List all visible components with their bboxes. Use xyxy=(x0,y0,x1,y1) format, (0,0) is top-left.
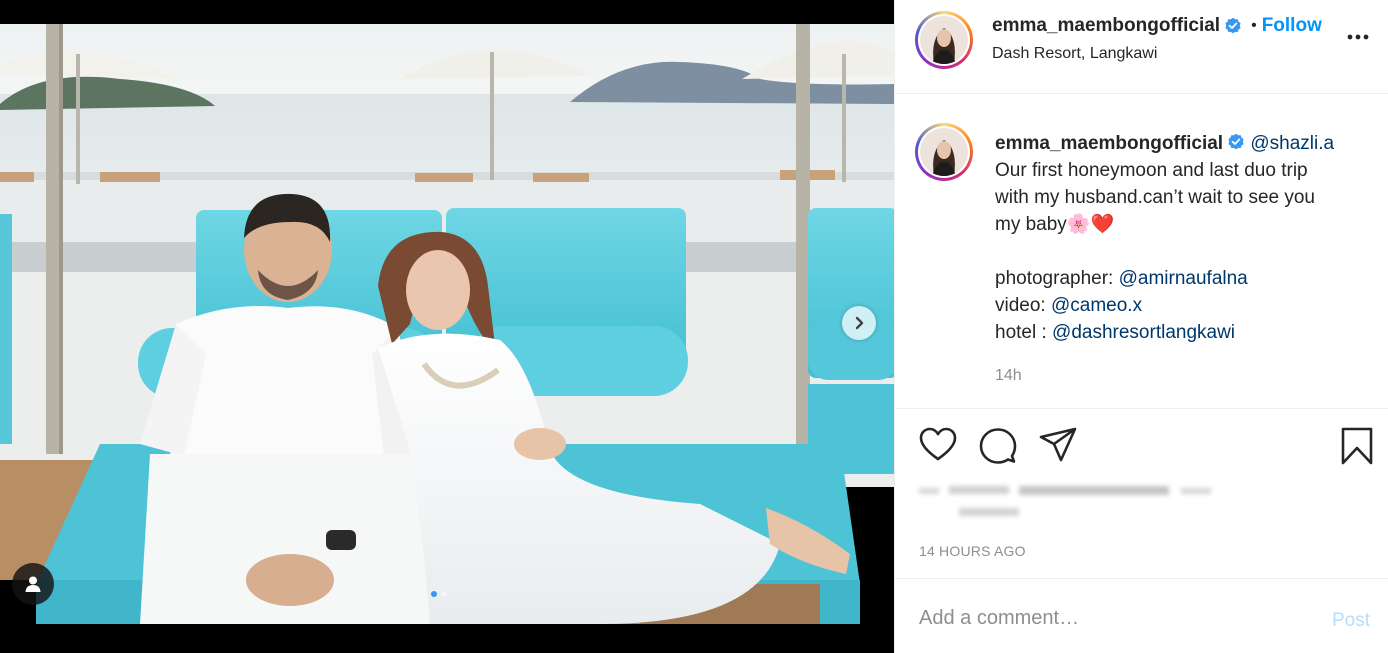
follow-button[interactable]: Follow xyxy=(1262,15,1322,37)
comment-icon[interactable] xyxy=(979,427,1017,465)
likes-summary-blurred xyxy=(919,482,1219,526)
slide-dot-1 xyxy=(431,591,437,597)
slide-indicator xyxy=(431,591,447,597)
caption-avatar[interactable] xyxy=(915,123,973,181)
post-side-panel: emma_maembongofficial • Follow Dash Reso… xyxy=(894,0,1388,653)
caption-video-line: video: @cameo.x xyxy=(995,292,1365,319)
post-comment-button[interactable]: Post xyxy=(1332,610,1370,632)
comment-input[interactable] xyxy=(919,607,1299,630)
caption-line-3: my baby🌸❤️ xyxy=(995,211,1365,238)
caption-section: emma_maembongofficial @shazli.a Our firs… xyxy=(895,94,1388,408)
avatar-image xyxy=(920,128,968,176)
caption-photographer-line: photographer: @amirnaufalna xyxy=(995,265,1365,292)
caption-hotel-line: hotel : @dashresortlangkawi xyxy=(995,319,1365,346)
caption-line-1: Our first honeymoon and last duo trip xyxy=(995,160,1308,181)
verified-badge-icon xyxy=(1225,17,1241,34)
more-horizontal-icon[interactable] xyxy=(1347,34,1369,40)
person-tag-icon xyxy=(25,576,41,592)
photographer-mention[interactable]: @amirnaufalna xyxy=(1119,268,1248,289)
slide-dot-2 xyxy=(441,591,447,597)
blurred-text-placeholder xyxy=(919,486,1211,516)
header-user-row: emma_maembongofficial • Follow xyxy=(992,15,1322,37)
hotel-mention[interactable]: @dashresortlangkawi xyxy=(1052,322,1235,343)
caption-mention-tag[interactable]: @shazli.a xyxy=(1250,133,1334,154)
posted-time[interactable]: 14 HOURS AGO xyxy=(919,543,1026,559)
header-avatar[interactable] xyxy=(915,11,973,69)
post-actions xyxy=(895,408,1388,482)
tagged-people-button[interactable] xyxy=(12,563,54,605)
video-mention[interactable]: @cameo.x xyxy=(1051,295,1142,316)
heart-icon[interactable] xyxy=(919,427,957,463)
post-header: emma_maembongofficial • Follow Dash Reso… xyxy=(895,0,1388,94)
caption-username[interactable]: emma_maembongofficial xyxy=(995,133,1223,154)
hotel-label: hotel : xyxy=(995,322,1047,343)
caption-line-2: with my husband.can’t wait to see you xyxy=(995,187,1316,208)
caption-line-3-text: my baby xyxy=(995,214,1067,235)
video-label: video: xyxy=(995,295,1046,316)
caption-timestamp[interactable]: 14h xyxy=(995,367,1022,385)
verified-badge-icon xyxy=(1228,133,1244,150)
caption-first-line: emma_maembongofficial @shazli.a xyxy=(995,130,1365,157)
chevron-right-icon xyxy=(855,316,864,330)
caption-emoji: 🌸❤️ xyxy=(1066,214,1115,235)
share-icon[interactable] xyxy=(1039,427,1077,463)
photo-illustration xyxy=(0,24,894,624)
header-separator: • xyxy=(1251,17,1257,34)
post-media xyxy=(0,0,894,653)
photographer-label: photographer: xyxy=(995,268,1114,289)
avatar-image xyxy=(920,16,968,64)
post-photo[interactable] xyxy=(0,24,894,624)
header-username[interactable]: emma_maembongofficial xyxy=(992,15,1220,37)
bookmark-icon[interactable] xyxy=(1341,427,1373,465)
comment-bar: Post xyxy=(895,578,1388,653)
post-location[interactable]: Dash Resort, Langkawi xyxy=(992,45,1157,63)
caption-text: emma_maembongofficial @shazli.a Our firs… xyxy=(995,130,1365,346)
next-slide-button[interactable] xyxy=(842,306,876,340)
